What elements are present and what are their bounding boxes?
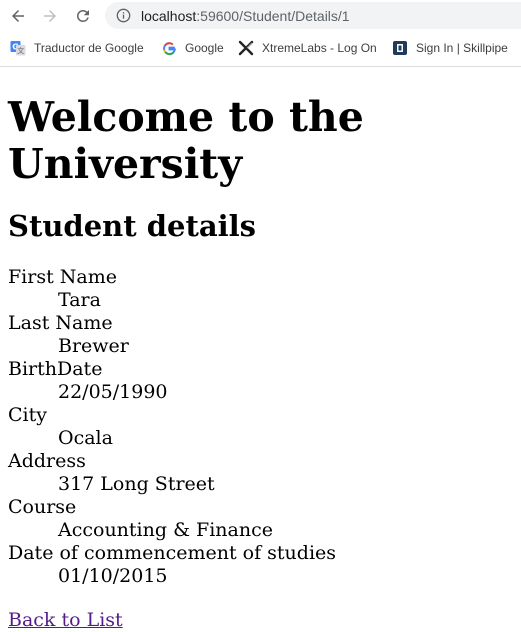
bookmark-label: XtremeLabs - Log On	[262, 41, 377, 55]
student-details-list: First Name Tara Last Name Brewer BirthDa…	[8, 266, 513, 588]
bookmark-google[interactable]: Google	[161, 39, 224, 57]
google-translate-icon: G文	[10, 40, 26, 56]
bookmark-label: Traductor de Google	[34, 41, 144, 55]
page-title: Welcome to the University	[8, 93, 364, 188]
back-arrow-icon[interactable]	[6, 4, 30, 28]
navigation-bar: localhost:59600/Student/Details/1	[0, 0, 521, 31]
field-value-course: Accounting & Finance	[58, 519, 273, 541]
browser-chrome: localhost:59600/Student/Details/1 G文 Tra…	[0, 0, 521, 67]
field-value-last-name: Brewer	[58, 335, 129, 357]
field-label-last-name: Last Name	[8, 312, 113, 334]
page-subtitle: Student details	[8, 209, 257, 243]
bookmark-label: Google	[185, 41, 224, 55]
field-label-first-name: First Name	[8, 266, 117, 288]
field-label-birthdate: BirthDate	[8, 358, 103, 380]
google-icon	[161, 40, 177, 56]
field-value-first-name: Tara	[58, 289, 101, 311]
field-value-commencement-date: 01/10/2015	[58, 565, 168, 587]
field-value-address: 317 Long Street	[58, 473, 215, 495]
bookmark-xtremelabs[interactable]: XtremeLabs - Log On	[238, 39, 377, 57]
skillpipe-icon	[392, 40, 408, 56]
xtremelabs-icon	[238, 40, 254, 56]
field-label-address: Address	[8, 450, 86, 472]
svg-text:文: 文	[17, 46, 24, 55]
back-to-list-link[interactable]: Back to List	[8, 609, 123, 632]
bookmarks-bar: G文 Traductor de Google Google XtremeLabs…	[0, 31, 521, 65]
bookmark-label: Sign In | Skillpipe	[416, 41, 508, 55]
field-label-course: Course	[8, 496, 77, 518]
page-content: Welcome to the University Student detail…	[0, 94, 521, 632]
site-info-icon[interactable]	[116, 8, 131, 23]
bookmark-skillpipe[interactable]: Sign In | Skillpipe	[392, 39, 508, 57]
field-label-commencement-date: Date of commencement of studies	[8, 542, 337, 564]
forward-arrow-icon[interactable]	[38, 4, 62, 28]
url-path: :59600/Student/Details/1	[196, 7, 350, 24]
field-label-city: City	[8, 404, 47, 426]
url-host: localhost	[141, 7, 197, 24]
reload-icon[interactable]	[71, 4, 95, 28]
field-value-city: Ocala	[58, 427, 113, 449]
url-text: localhost:59600/Student/Details/1	[141, 8, 350, 24]
address-bar[interactable]: localhost:59600/Student/Details/1	[105, 2, 521, 29]
bookmark-google-translate[interactable]: G文 Traductor de Google	[10, 39, 144, 57]
field-value-birthdate: 22/05/1990	[58, 381, 168, 403]
